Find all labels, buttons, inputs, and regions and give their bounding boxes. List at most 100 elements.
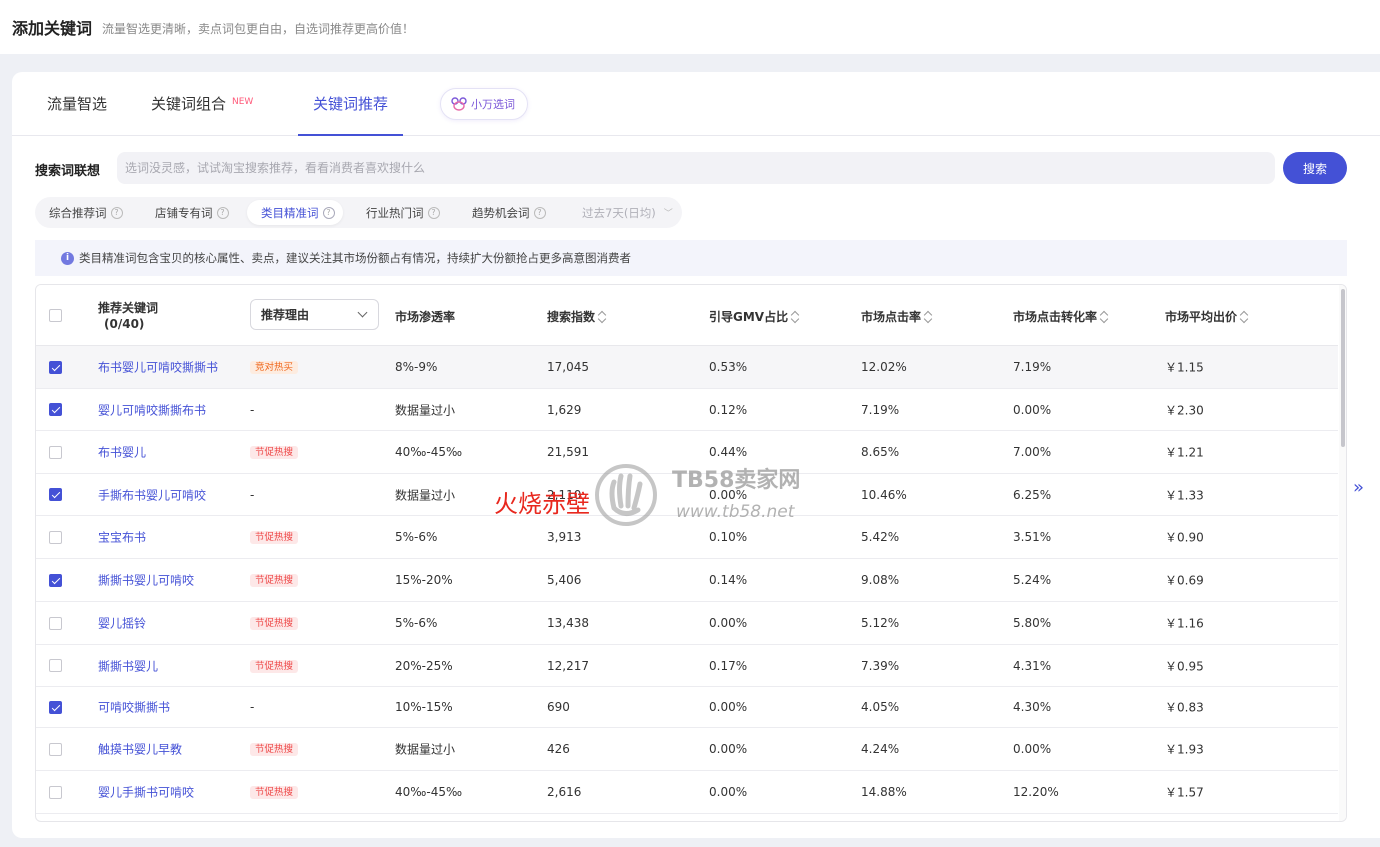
gmv-ratio-cell: 0.17% [709, 658, 748, 673]
keyword-link[interactable]: 婴儿摇铃 [98, 615, 146, 632]
table-row[interactable]: 撕撕书婴儿 节促热搜 20%-25% 12,217 0.17% 7.39% 4.31% ￥0.… [36, 645, 1338, 687]
keyword-link[interactable]: 布书婴儿可啃咬撕撕书 [98, 359, 218, 376]
gmv-ratio-cell: 0.00% [709, 785, 748, 799]
table-row[interactable]: 宝宝布书 节促热搜 5%-6% 3,913 0.10% 5.42% 3.51% ￥0.90 [36, 516, 1338, 559]
penetration-cell: 数据量过小 [395, 488, 456, 502]
col-search-index-label: 搜索指数 [547, 310, 596, 324]
table-row[interactable]: 布书婴儿 节促热搜 40‰-45‰ 21,591 0.44% 8.65% 7.00% ￥1.2… [36, 431, 1338, 474]
row-checkbox[interactable] [49, 446, 62, 459]
reason-cell: 节促热搜 [250, 615, 299, 631]
table-scrollbar[interactable] [1339, 285, 1346, 821]
keyword-table: 推荐关键词 (0/40) 推荐理由 市场渗透率 搜索指数 引导GMV占比 市场点… [35, 284, 1347, 822]
table-row[interactable]: 婴儿摇铃 节促热搜 5%-6% 13,438 0.00% 5.12% 5.80% ￥1.16 [36, 602, 1338, 645]
keyword-link[interactable]: 触摸书婴儿早教 [98, 741, 182, 758]
ctr-cell: 12.02% [861, 360, 907, 374]
keyword-link[interactable]: 可啃咬撕撕书 [98, 699, 170, 716]
subtab-trend-opportunity[interactable]: 趋势机会词? [458, 200, 554, 225]
avg-bid-cell: ￥0.83 [1165, 700, 1204, 715]
main-tabs: 流量智选 关键词组合 NEW 关键词推荐 小万选词 [12, 72, 1380, 136]
notice-text: 类目精准词包含宝贝的核心属性、卖点，建议关注其市场份额占有情况，持续扩大份额抢占… [79, 251, 631, 265]
table-row[interactable]: 撕撕书婴儿可啃咬 节促热搜 15%-20% 5,406 0.14% 9.08% 5.24% ￥… [36, 559, 1338, 602]
cvr-cell: 3.51% [1013, 530, 1052, 544]
col-avg-bid[interactable]: 市场平均出价 [1165, 308, 1249, 325]
row-checkbox[interactable] [49, 531, 62, 544]
row-checkbox[interactable] [49, 786, 62, 799]
sort-icon[interactable] [791, 311, 800, 323]
scrollbar-thumb[interactable] [1341, 289, 1345, 447]
reason-filter-select[interactable]: 推荐理由 [250, 299, 379, 330]
row-checkbox[interactable] [49, 488, 62, 501]
help-icon[interactable]: ? [533, 206, 546, 219]
avg-bid-cell: ￥0.69 [1165, 573, 1204, 588]
keyword-link[interactable]: 布书婴儿 [98, 444, 146, 461]
avg-bid-cell: ￥0.90 [1165, 530, 1204, 545]
help-icon[interactable]: ? [110, 206, 123, 219]
col-cvr[interactable]: 市场点击转化率 [1013, 308, 1109, 325]
table-row[interactable]: 婴儿手撕书可啃咬 节促热搜 40‰-45‰ 2,616 0.00% 14.88% 12.20… [36, 771, 1338, 814]
keyword-link[interactable]: 手撕布书婴儿可啃咬 [98, 486, 206, 503]
subtab-label: 行业热门词 [366, 205, 424, 220]
ctr-cell: 10.46% [861, 487, 907, 502]
col-search-index[interactable]: 搜索指数 [547, 308, 607, 325]
table-row[interactable]: 婴儿可啃咬撕撕布书 - 数据量过小 1,629 0.12% 7.19% 0.00% ￥2.30 [36, 389, 1338, 431]
row-checkbox[interactable] [49, 361, 62, 374]
col-avg-bid-label: 市场平均出价 [1165, 310, 1238, 324]
col-gmv-ratio[interactable]: 引导GMV占比 [709, 308, 800, 325]
row-checkbox[interactable] [49, 701, 62, 714]
chevron-down-icon [357, 307, 368, 318]
tab-keyword-combo[interactable]: 关键词组合 NEW [151, 72, 253, 135]
search-button[interactable]: 搜索 [1283, 152, 1347, 184]
reason-tag: 节促热搜 [250, 574, 299, 587]
chevron-down-icon: ﹀ [663, 209, 673, 219]
row-checkbox[interactable] [49, 743, 62, 756]
cvr-cell: 5.24% [1013, 573, 1052, 587]
row-checkbox[interactable] [49, 659, 62, 672]
reason-cell: 节促热搜 [250, 444, 299, 460]
tab-keyword-recommend[interactable]: 关键词推荐 [298, 72, 403, 136]
search-index-cell: 2,110 [547, 487, 582, 502]
help-icon[interactable]: ? [427, 206, 440, 219]
table-row[interactable]: 布书婴儿可啃咬撕撕书 竞对热买 8%-9% 17,045 0.53% 12.02% 7.19… [36, 346, 1338, 389]
sort-icon[interactable] [924, 311, 933, 323]
col-ctr[interactable]: 市场点击率 [861, 308, 933, 325]
keyword-link[interactable]: 撕撕书婴儿 [98, 657, 158, 674]
sort-icon[interactable] [598, 311, 607, 323]
sort-icon[interactable] [1100, 311, 1109, 323]
search-input[interactable] [117, 152, 1275, 184]
tab-traffic-smart[interactable]: 流量智选 [47, 72, 107, 135]
select-all-checkbox[interactable] [49, 309, 62, 322]
subtab-label: 类目精准词 [261, 205, 319, 220]
row-checkbox[interactable] [49, 403, 62, 416]
subtab-shop-exclusive[interactable]: 店铺专有词? [141, 200, 237, 225]
avg-bid-cell: ￥0.95 [1165, 659, 1204, 673]
subtab-category-precise[interactable]: 类目精准词? [247, 200, 343, 225]
ctr-cell: 7.39% [861, 658, 900, 673]
cvr-cell: 7.19% [1013, 360, 1052, 374]
help-icon[interactable]: ? [216, 206, 229, 219]
reason-cell: 节促热搜 [250, 658, 299, 674]
subtab-comprehensive[interactable]: 综合推荐词? [35, 200, 131, 225]
keyword-link[interactable]: 婴儿可啃咬撕撕布书 [98, 401, 206, 418]
subtab-industry-hot[interactable]: 行业热门词? [352, 200, 448, 225]
penetration-cell: 8%-9% [395, 360, 438, 374]
keyword-link[interactable]: 婴儿手撕书可啃咬 [98, 784, 194, 801]
sort-icon[interactable] [1240, 311, 1249, 323]
row-checkbox[interactable] [49, 574, 62, 587]
reason-cell: - [250, 700, 255, 714]
table-row[interactable]: 手撕布书婴儿可啃咬 - 数据量过小 2,110 0.00% 10.46% 6.25% ￥1.3… [36, 474, 1338, 516]
reason-cell: 节促热搜 [250, 572, 299, 588]
info-notice: i 类目精准词包含宝贝的核心属性、卖点，建议关注其市场份额占有情况，持续扩大份额… [35, 240, 1347, 276]
help-icon[interactable]: ? [322, 206, 335, 219]
period-select[interactable]: 过去7天(日均) ﹀ [572, 197, 682, 228]
row-checkbox[interactable] [49, 617, 62, 630]
table-row[interactable]: 可啃咬撕撕书 - 10%-15% 690 0.00% 4.05% 4.30% ￥0.83 [36, 687, 1338, 728]
table-row[interactable]: 触摸书婴儿早教 节促热搜 数据量过小 426 0.00% 4.24% 0.00% ￥1.93 [36, 728, 1338, 771]
keyword-link[interactable]: 宝宝布书 [98, 529, 146, 546]
keyword-link[interactable]: 撕撕书婴儿可啃咬 [98, 572, 194, 589]
penetration-cell: 15%-20% [395, 573, 453, 587]
penetration-cell: 数据量过小 [395, 742, 456, 757]
xiaowan-select-button[interactable]: 小万选词 [440, 88, 528, 120]
col-penetration-label: 市场渗透率 [395, 310, 456, 324]
double-chevron-right-icon[interactable]: » [1353, 477, 1364, 498]
cvr-cell: 4.31% [1013, 658, 1052, 673]
